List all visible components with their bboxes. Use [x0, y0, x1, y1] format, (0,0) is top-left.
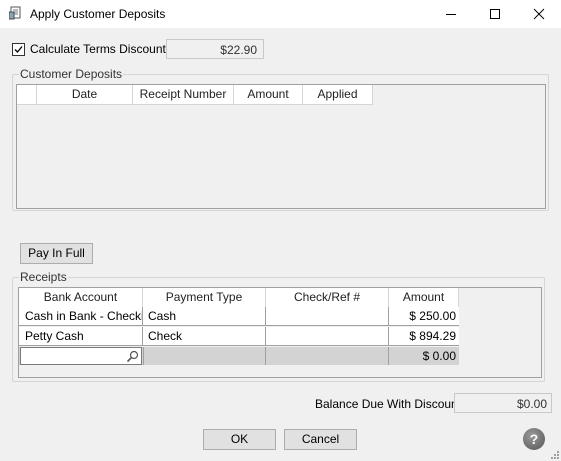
- column-header-applied[interactable]: Applied: [303, 85, 373, 105]
- title-bar: Apply Customer Deposits: [0, 0, 561, 28]
- minimize-icon: [446, 14, 456, 15]
- amount-cell[interactable]: $ 250.00: [389, 307, 459, 326]
- table-row[interactable]: Cash in Bank - Checki Cash $ 250.00: [19, 307, 459, 326]
- ok-button[interactable]: OK: [203, 429, 276, 450]
- bank-account-input[interactable]: [20, 347, 142, 365]
- customer-deposits-grid[interactable]: Date Receipt Number Amount Applied: [16, 84, 546, 209]
- amount-new-cell[interactable]: $ 0.00: [389, 347, 459, 365]
- row-header-column: [17, 85, 37, 105]
- maximize-button[interactable]: [473, 0, 517, 28]
- discount-amount-field: $22.90: [166, 39, 264, 59]
- column-header-bank-account[interactable]: Bank Account: [19, 288, 143, 308]
- question-icon[interactable]: ?: [523, 428, 545, 450]
- table-row[interactable]: Petty Cash Check $ 894.29: [19, 327, 459, 346]
- minimize-button[interactable]: [429, 0, 473, 28]
- receipts-label: Receipts: [19, 270, 68, 284]
- new-table-row[interactable]: $ 0.00: [19, 347, 459, 365]
- balance-due-label: Balance Due With Discount: [315, 397, 462, 411]
- payment-type-cell[interactable]: Check: [143, 327, 266, 346]
- column-header-date[interactable]: Date: [37, 85, 133, 105]
- payment-type-new-cell[interactable]: [143, 347, 266, 365]
- resize-grip-icon[interactable]: [549, 449, 560, 460]
- receipts-grid[interactable]: Bank Account Payment Type Check/Ref # Am…: [18, 287, 542, 378]
- check-ref-cell[interactable]: [266, 327, 389, 346]
- customer-deposits-label: Customer Deposits: [19, 67, 124, 81]
- close-icon: [533, 8, 545, 20]
- cancel-button[interactable]: Cancel: [284, 429, 357, 450]
- column-header-check-ref[interactable]: Check/Ref #: [266, 288, 389, 308]
- column-header-receipt-number[interactable]: Receipt Number: [133, 85, 234, 105]
- column-header-payment-type[interactable]: Payment Type: [143, 288, 266, 308]
- balance-due-field: $0.00: [454, 393, 552, 413]
- calculate-discount-row[interactable]: Calculate Terms Discount: [12, 40, 166, 58]
- pay-in-full-button[interactable]: Pay In Full: [20, 243, 93, 264]
- bank-account-cell[interactable]: Cash in Bank - Checki: [19, 307, 143, 326]
- window-title: Apply Customer Deposits: [30, 7, 166, 21]
- check-ref-new-cell[interactable]: [266, 347, 389, 365]
- calculate-discount-label: Calculate Terms Discount: [30, 42, 166, 56]
- calculate-discount-checkbox[interactable]: [12, 42, 25, 56]
- document-icon: [9, 6, 21, 20]
- check-ref-cell[interactable]: [266, 307, 389, 326]
- column-header-amount[interactable]: Amount: [234, 85, 303, 105]
- amount-cell[interactable]: $ 894.29: [389, 327, 459, 346]
- bank-account-cell[interactable]: Petty Cash: [19, 327, 143, 346]
- checkmark-icon: [14, 45, 23, 53]
- maximize-icon: [490, 9, 500, 19]
- magnifier-icon[interactable]: [126, 350, 139, 363]
- column-header-receipt-amount[interactable]: Amount: [389, 288, 459, 308]
- close-button[interactable]: [517, 0, 561, 28]
- payment-type-cell[interactable]: Cash: [143, 307, 266, 326]
